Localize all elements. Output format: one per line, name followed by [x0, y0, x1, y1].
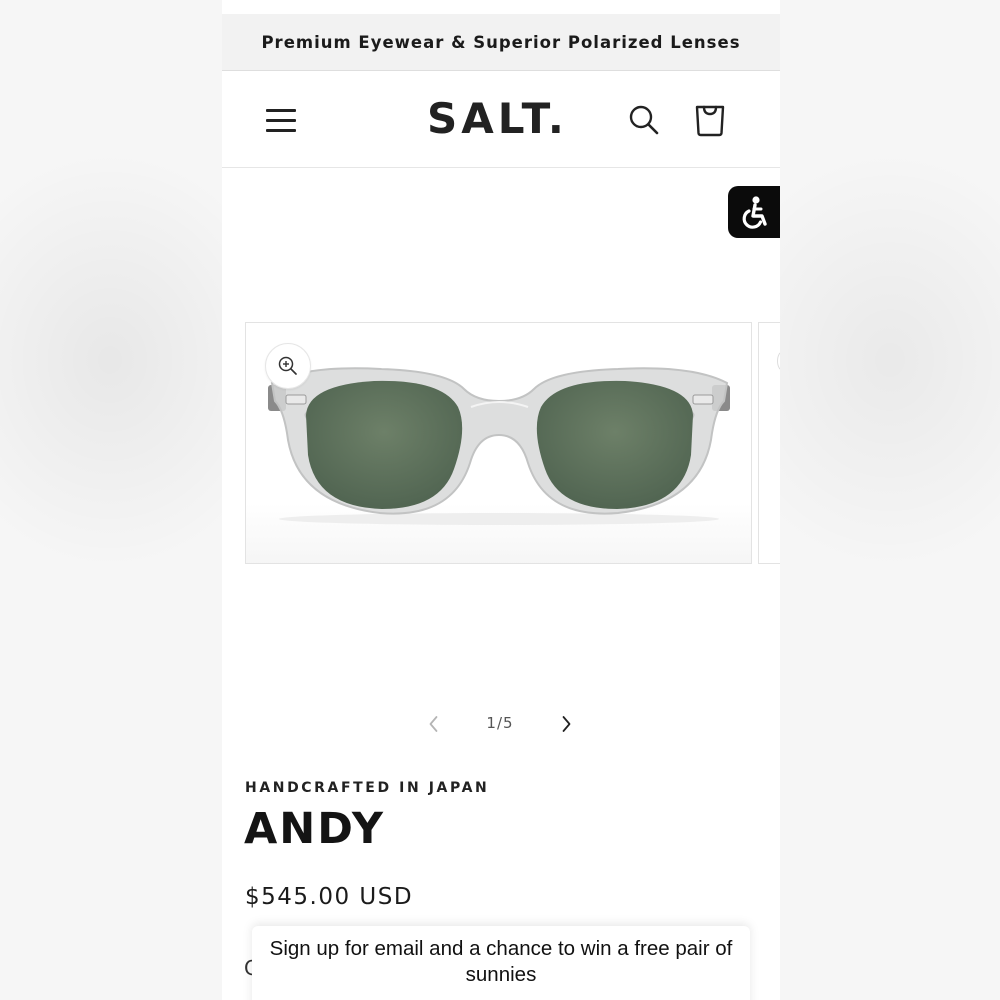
status-gap	[222, 0, 780, 14]
announcement-bar: Premium Eyewear & Superior Polarized Len…	[222, 14, 780, 71]
menu-line	[266, 129, 296, 132]
sunglasses-image	[246, 367, 751, 563]
announcement-text: Premium Eyewear & Superior Polarized Len…	[261, 32, 741, 52]
chevron-left-icon[interactable]	[422, 712, 446, 736]
shopping-bag-icon[interactable]	[692, 100, 728, 138]
search-icon[interactable]	[626, 102, 662, 138]
mobile-viewport: Premium Eyewear & Superior Polarized Len…	[222, 0, 780, 1000]
product-price: $545.00 USD	[245, 884, 414, 910]
product-vendor: HANDCRAFTED IN JAPAN	[245, 780, 490, 796]
email-signup-popup[interactable]: Sign up for email and a chance to win a …	[252, 926, 750, 1000]
slide-counter: 1/5	[486, 714, 514, 732]
product-image-slide[interactable]	[245, 322, 752, 564]
next-image-slide-peek[interactable]	[758, 322, 780, 564]
email-signup-text: Sign up for email and a chance to win a …	[269, 937, 733, 986]
zoom-in-icon	[777, 351, 780, 371]
site-header: SALT.	[222, 72, 780, 168]
accessibility-wheelchair-icon[interactable]	[728, 186, 780, 238]
menu-line	[266, 119, 296, 122]
hamburger-menu-icon[interactable]	[262, 102, 300, 138]
chevron-right-icon[interactable]	[554, 712, 578, 736]
menu-line	[266, 109, 296, 112]
site-logo[interactable]: SALT.	[427, 94, 567, 144]
zoom-in-icon[interactable]	[265, 343, 311, 389]
product-title: ANDY	[244, 804, 385, 854]
slider-controls: 1/5	[422, 704, 582, 744]
